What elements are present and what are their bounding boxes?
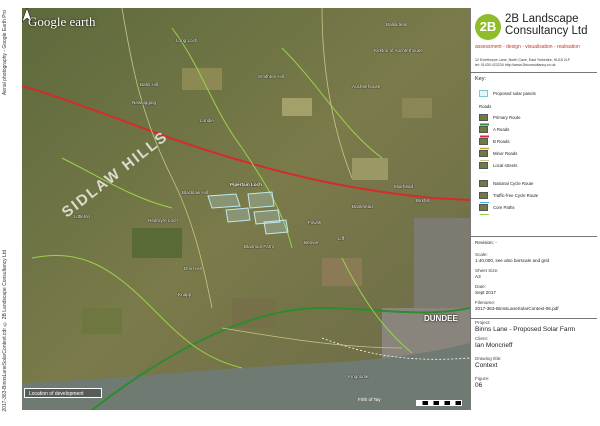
company-address: 12 Everthorpe Lane, North Cave, East Yor… bbox=[475, 58, 570, 68]
place-label: Bankhead bbox=[352, 204, 373, 209]
place-label: Redmyre Loch bbox=[148, 218, 178, 223]
title-panel: 2B 2B Landscape Consultancy Ltd assessme… bbox=[470, 8, 597, 410]
divider bbox=[471, 72, 597, 73]
swatch-a-road bbox=[479, 126, 489, 138]
place-label: Liff bbox=[338, 236, 345, 241]
key-label: Core Paths bbox=[493, 205, 515, 210]
place-label: Kirkton of Auchterhouse bbox=[374, 48, 423, 53]
date-block: Date: Sept 2017 bbox=[475, 284, 496, 296]
company-name: 2B Landscape Consultancy Ltd bbox=[505, 13, 587, 37]
key-label: A Roads bbox=[493, 127, 510, 132]
client-value: Ian Moncrieff bbox=[475, 342, 513, 349]
place-label: Lundie bbox=[200, 118, 214, 123]
revision-block: Revision: - bbox=[475, 240, 497, 246]
map-canvas bbox=[22, 8, 470, 410]
key-label: Primary Route bbox=[493, 115, 521, 120]
divider bbox=[471, 318, 597, 319]
phone-line: tel: 01430 423234 bbox=[475, 63, 504, 67]
north-arrow-icon bbox=[22, 8, 32, 22]
company-tagline: assessment - design - visualisation - re… bbox=[475, 44, 580, 50]
copyright-text: 2017-363-BinnsLaneSolarContext.cdr © 2B … bbox=[2, 250, 8, 412]
sheet-block: Sheet Size: A3 bbox=[475, 268, 499, 280]
address-line: 12 Everthorpe Lane, North Cave, East Yor… bbox=[475, 58, 571, 62]
scale-value: 1:40,000, see also barscale and grid bbox=[475, 258, 550, 263]
sheet-value: A3 bbox=[475, 274, 481, 279]
location-box: Location of development bbox=[24, 388, 102, 398]
place-label: Birkhill bbox=[416, 198, 430, 203]
side-strip: 2017-363-BinnsLaneSolarContext.cdr © 2B … bbox=[0, 0, 22, 426]
place-label: Long Loch bbox=[176, 38, 198, 43]
scale-bar bbox=[416, 400, 462, 406]
revision-label: Revision: bbox=[475, 240, 494, 245]
filename-value: 2017-363-BinnsLaneSolarContext-06.pdf bbox=[475, 306, 559, 311]
roads-heading: Roads bbox=[479, 104, 492, 109]
figure-value: 06 bbox=[475, 382, 483, 389]
aerial-credit: Aerial photography - Google Earth Pro bbox=[2, 10, 8, 96]
key-label: Local streets bbox=[493, 163, 518, 168]
place-label: Auchterhouse bbox=[352, 84, 381, 89]
divider bbox=[471, 236, 597, 237]
swatch-local-street bbox=[479, 162, 489, 173]
place-label: Smithton Hill bbox=[258, 74, 284, 79]
company-brand: 2B 2B Landscape Consultancy Ltd assessme… bbox=[475, 13, 595, 68]
company-name-line1: 2B Landscape bbox=[505, 13, 579, 25]
web-line[interactable]: http://www.2blconsultancy.co.uk bbox=[505, 63, 556, 67]
swatch-solar bbox=[479, 90, 488, 97]
place-label: Pipertain Loch bbox=[230, 182, 262, 187]
place-label: Fowlis bbox=[308, 220, 322, 225]
place-label: Blacklaw Hill bbox=[182, 190, 208, 195]
company-logo: 2B bbox=[475, 14, 501, 40]
place-label: Muirhead bbox=[394, 184, 414, 189]
place-label: Dron Hill bbox=[184, 266, 202, 271]
client-block: Client: Ian Moncrieff bbox=[475, 336, 512, 350]
place-label: Blairmuir Farm bbox=[244, 244, 275, 249]
key-label: Proposed solar panels bbox=[493, 91, 536, 96]
drawing-sheet: 2017-363-BinnsLaneSolarContext.cdr © 2B … bbox=[0, 0, 600, 426]
revision-value: - bbox=[495, 240, 497, 245]
key-title: Key: bbox=[475, 76, 487, 82]
date-value: Sept 2017 bbox=[475, 290, 496, 295]
aerial-map[interactable]: Google earth SIDLAW HILLS Ballindean Lon… bbox=[22, 8, 470, 410]
place-label: Benvie bbox=[304, 240, 319, 245]
key-label: B Roads bbox=[493, 139, 510, 144]
filename-block: Filename: 2017-363-BinnsLaneSolarContext… bbox=[475, 300, 559, 312]
key-label: Traffic-free Cycle Route bbox=[493, 193, 539, 198]
drawing-block: Drawing title: Context bbox=[475, 356, 502, 370]
swatch-core-paths bbox=[479, 204, 489, 215]
place-label: Ballo Hill bbox=[140, 82, 158, 87]
swatch-national-cycle bbox=[479, 180, 489, 191]
swatch-primary bbox=[479, 114, 489, 126]
place-label: Kingoodie bbox=[348, 374, 369, 379]
project-block: Project: Binns Lane - Proposed Solar Far… bbox=[475, 320, 575, 334]
swatch-b-road bbox=[479, 138, 489, 150]
key-label: National Cycle Route bbox=[493, 181, 534, 186]
company-name-line2: Consultancy Ltd bbox=[505, 25, 588, 37]
city-label: DUNDEE bbox=[424, 314, 458, 323]
project-value: Binns Lane - Proposed Solar Farm bbox=[475, 326, 576, 333]
drawing-value: Context bbox=[475, 362, 498, 369]
place-label: Newbigging bbox=[132, 100, 157, 105]
google-earth-logo: Google earth bbox=[28, 14, 96, 29]
figure-block: Figure: 06 bbox=[475, 376, 489, 390]
key-label: Minor Roads bbox=[493, 151, 518, 156]
place-label: Littleton bbox=[74, 214, 91, 219]
place-label: Ballindean bbox=[386, 22, 408, 27]
scale-block: Scale: 1:40,000, see also barscale and g… bbox=[475, 252, 549, 264]
swatch-traffic-free bbox=[479, 192, 489, 203]
water-label: Firth of Tay bbox=[358, 397, 381, 402]
swatch-minor-road bbox=[479, 150, 489, 161]
place-label: Knapp bbox=[178, 292, 192, 297]
